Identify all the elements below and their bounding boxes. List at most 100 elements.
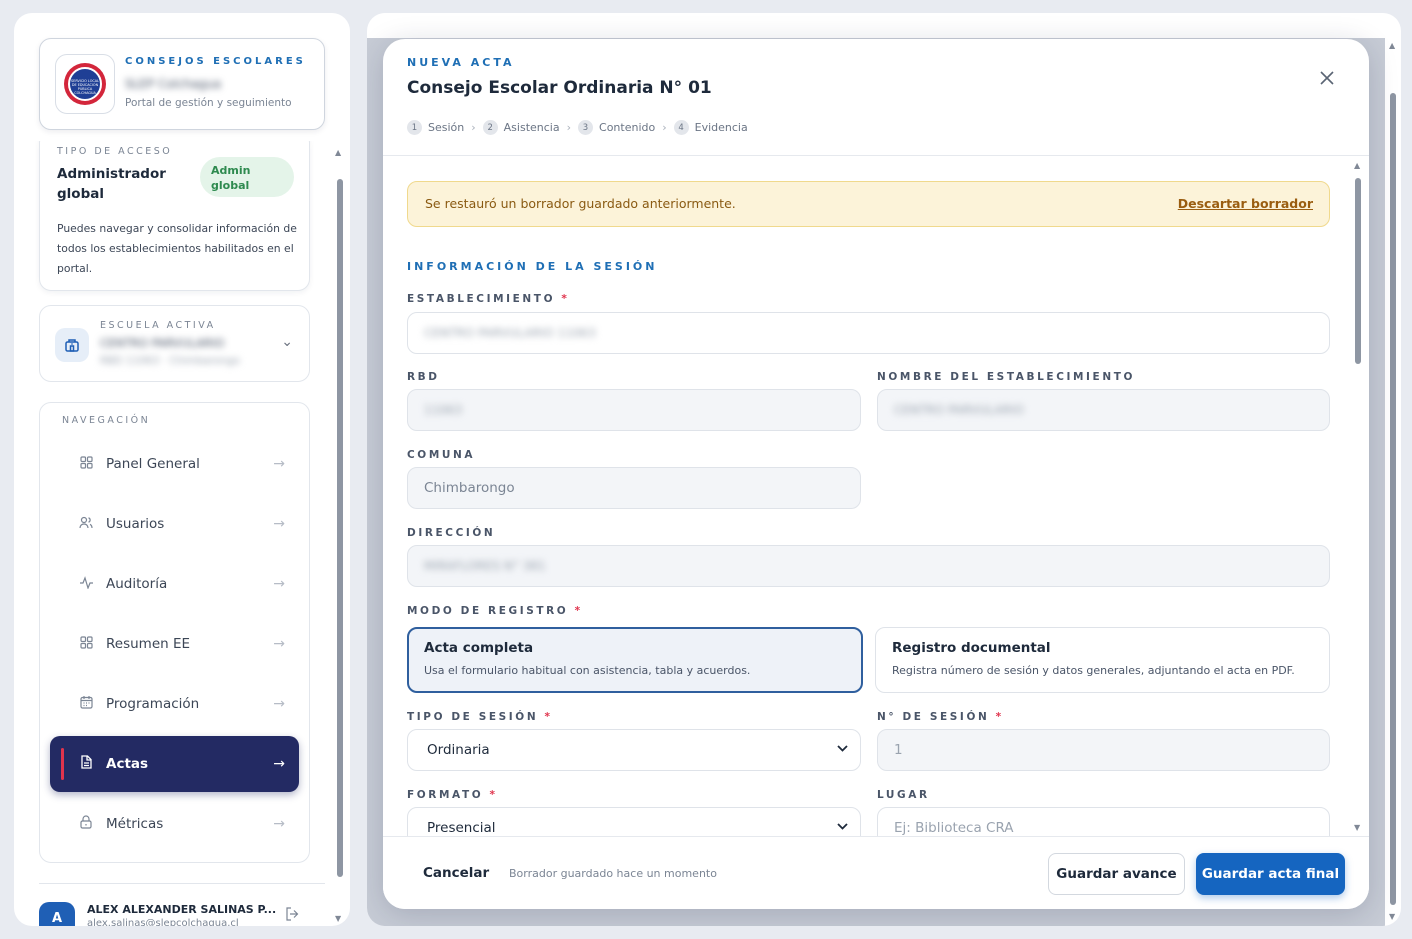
arrow-right-icon: →	[273, 816, 285, 832]
sidebar-item-label: Métricas	[106, 816, 164, 832]
scrollbar-thumb[interactable]	[1390, 93, 1396, 905]
chevron-right-icon: ›	[471, 121, 476, 134]
activity-icon	[77, 575, 95, 593]
step-contenido[interactable]: 3 Contenido	[578, 120, 655, 135]
tipo-sesion-label: TIPO DE SESIÓN *	[407, 711, 553, 723]
grid-icon	[77, 635, 95, 653]
arrow-right-icon: →	[273, 576, 285, 592]
sidebar-item-actas[interactable]: Actas →	[50, 736, 299, 792]
modal-scrollbar[interactable]: ▲ ▼	[1353, 161, 1363, 832]
draft-status: Borrador guardado hace un momento	[509, 867, 717, 880]
formato-select[interactable]: Presencial	[407, 807, 861, 836]
user-profile: A ALEX ALEXANDER SALINAS P... alex.salin…	[39, 883, 325, 926]
step-number: 3	[578, 120, 594, 135]
step-number: 4	[673, 120, 689, 135]
establecimiento-field[interactable]: CENTRO PARVULARIO 11063	[407, 312, 1330, 354]
sidebar-scrollbar[interactable]: ▲ ▼	[335, 148, 345, 923]
sidebar-item-label: Auditoría	[106, 576, 168, 592]
step-asistencia[interactable]: 2 Asistencia	[482, 120, 560, 135]
scrollbar-thumb[interactable]	[337, 179, 343, 877]
logo-text: SERVICIO LOCAL DE EDUCACIÓN PÚBLICA COLC…	[68, 67, 102, 101]
save-final-button[interactable]: Guardar acta final	[1196, 853, 1345, 895]
brand-subtitle: Portal de gestión y seguimiento	[125, 97, 292, 109]
mode-title: Acta completa	[424, 640, 534, 656]
section-title: INFORMACIÓN DE LA SESIÓN	[407, 260, 658, 273]
scroll-up-icon[interactable]: ▲	[1354, 161, 1360, 170]
page-scrollbar[interactable]: ▲ ▼	[1387, 41, 1399, 921]
mode-option-acta-completa[interactable]: Acta completa Usa el formulario habitual…	[407, 627, 863, 693]
active-school-selector[interactable]: ESCUELA ACTIVA CENTRO PARVULARIO RBD 110…	[39, 305, 310, 382]
nav-eyebrow: NAVEGACIÓN	[62, 415, 151, 426]
slep-logo-icon: SERVICIO LOCAL DE EDUCACIÓN PÚBLICA COLC…	[64, 63, 106, 105]
modal-eyebrow: NUEVA ACTA	[407, 56, 515, 69]
sidebar-scroll-area: TIPO DE ACCESO Administrador global Admi…	[14, 141, 350, 881]
direccion-label: DIRECCIÓN	[407, 527, 496, 539]
tipo-sesion-select[interactable]: Ordinaria	[407, 729, 861, 771]
stepper: 1 Sesión › 2 Asistencia › 3 Contenido › …	[407, 120, 748, 135]
arrow-right-icon: →	[273, 636, 285, 652]
school-name: CENTRO PARVULARIO	[100, 336, 225, 350]
arrow-right-icon: →	[273, 696, 285, 712]
modal-footer: Cancelar Borrador guardado hace un momen…	[383, 836, 1369, 909]
document-icon	[77, 755, 95, 773]
access-type-card: TIPO DE ACCESO Administrador global Admi…	[39, 141, 310, 291]
cancel-button[interactable]: Cancelar	[423, 865, 489, 881]
draft-restored-alert: Se restauró un borrador guardado anterio…	[407, 181, 1330, 227]
avatar: A	[39, 902, 75, 926]
close-icon[interactable]	[1316, 67, 1338, 89]
modal-title: Consejo Escolar Ordinaria N° 01	[407, 78, 712, 98]
new-minutes-modal: NUEVA ACTA Consejo Escolar Ordinaria N° …	[383, 39, 1369, 909]
sidebar-item-panel-general[interactable]: Panel General →	[50, 436, 299, 492]
modo-registro-label: MODO DE REGISTRO *	[407, 605, 583, 617]
lugar-input[interactable]: Ej: Biblioteca CRA	[877, 807, 1330, 836]
brand-eyebrow: CONSEJOS ESCOLARES	[125, 56, 306, 67]
step-label: Evidencia	[694, 121, 748, 134]
access-eyebrow: TIPO DE ACCESO	[57, 146, 173, 157]
mode-option-registro-documental[interactable]: Registro documental Registra número de s…	[875, 627, 1330, 693]
chevron-down-icon	[837, 741, 848, 755]
main-panel: ▲ ▼ NUEVA ACTA Consejo Escolar Ordinaria…	[367, 13, 1401, 926]
nombre-establecimiento-label: NOMBRE DEL ESTABLECIMIENTO	[877, 371, 1136, 383]
comuna-field: Chimbarongo	[407, 467, 861, 509]
step-sesion[interactable]: 1 Sesión	[407, 120, 464, 135]
arrow-right-icon: →	[273, 756, 285, 772]
sidebar-item-usuarios[interactable]: Usuarios →	[50, 496, 299, 552]
arrow-right-icon: →	[273, 456, 285, 472]
role-badge: Admin global	[200, 157, 294, 197]
scroll-down-icon[interactable]: ▼	[1389, 912, 1395, 921]
sidebar-item-programacion[interactable]: Programación →	[50, 676, 299, 732]
scroll-down-icon[interactable]: ▼	[335, 914, 341, 923]
step-number: 1	[407, 120, 422, 135]
sidebar-item-label: Usuarios	[106, 516, 165, 532]
field-value: CENTRO PARVULARIO	[894, 403, 1024, 417]
sidebar-item-label: Programación	[106, 696, 200, 712]
scrollbar-thumb[interactable]	[1355, 178, 1361, 364]
access-title: Administrador global	[57, 166, 166, 202]
step-evidencia[interactable]: 4 Evidencia	[673, 120, 748, 135]
lock-icon	[77, 815, 95, 833]
field-value: Chimbarongo	[424, 480, 515, 496]
establecimiento-label: ESTABLECIMIENTO *	[407, 293, 570, 305]
comuna-label: COMUNA	[407, 449, 476, 461]
lugar-label: LUGAR	[877, 789, 930, 801]
discard-draft-link[interactable]: Descartar borrador	[1178, 196, 1313, 211]
save-progress-button[interactable]: Guardar avance	[1048, 853, 1185, 895]
direccion-field: MIRAFLORES N° 381	[407, 545, 1330, 587]
logout-icon[interactable]	[285, 907, 300, 925]
step-number: 2	[482, 120, 498, 135]
sidebar: SERVICIO LOCAL DE EDUCACIÓN PÚBLICA COLC…	[14, 13, 350, 926]
step-label: Asistencia	[503, 121, 560, 134]
rbd-label: RBD	[407, 371, 440, 383]
sidebar-item-auditoria[interactable]: Auditoría →	[50, 556, 299, 612]
field-value: MIRAFLORES N° 381	[424, 559, 546, 573]
sidebar-item-metricas[interactable]: Métricas →	[50, 796, 299, 852]
nombre-establecimiento-field: CENTRO PARVULARIO	[877, 389, 1330, 431]
modal-header: NUEVA ACTA Consejo Escolar Ordinaria N° …	[383, 39, 1369, 156]
sidebar-item-resumen-ee[interactable]: Resumen EE →	[50, 616, 299, 672]
scroll-up-icon[interactable]: ▲	[1389, 41, 1395, 50]
navigation-card: NAVEGACIÓN Panel General → Usuarios → Au…	[39, 402, 310, 863]
scroll-down-icon[interactable]: ▼	[1354, 823, 1360, 832]
access-description: Puedes navegar y consolidar información …	[57, 222, 297, 275]
sidebar-item-label: Panel General	[106, 456, 200, 472]
scroll-up-icon[interactable]: ▲	[335, 148, 341, 157]
